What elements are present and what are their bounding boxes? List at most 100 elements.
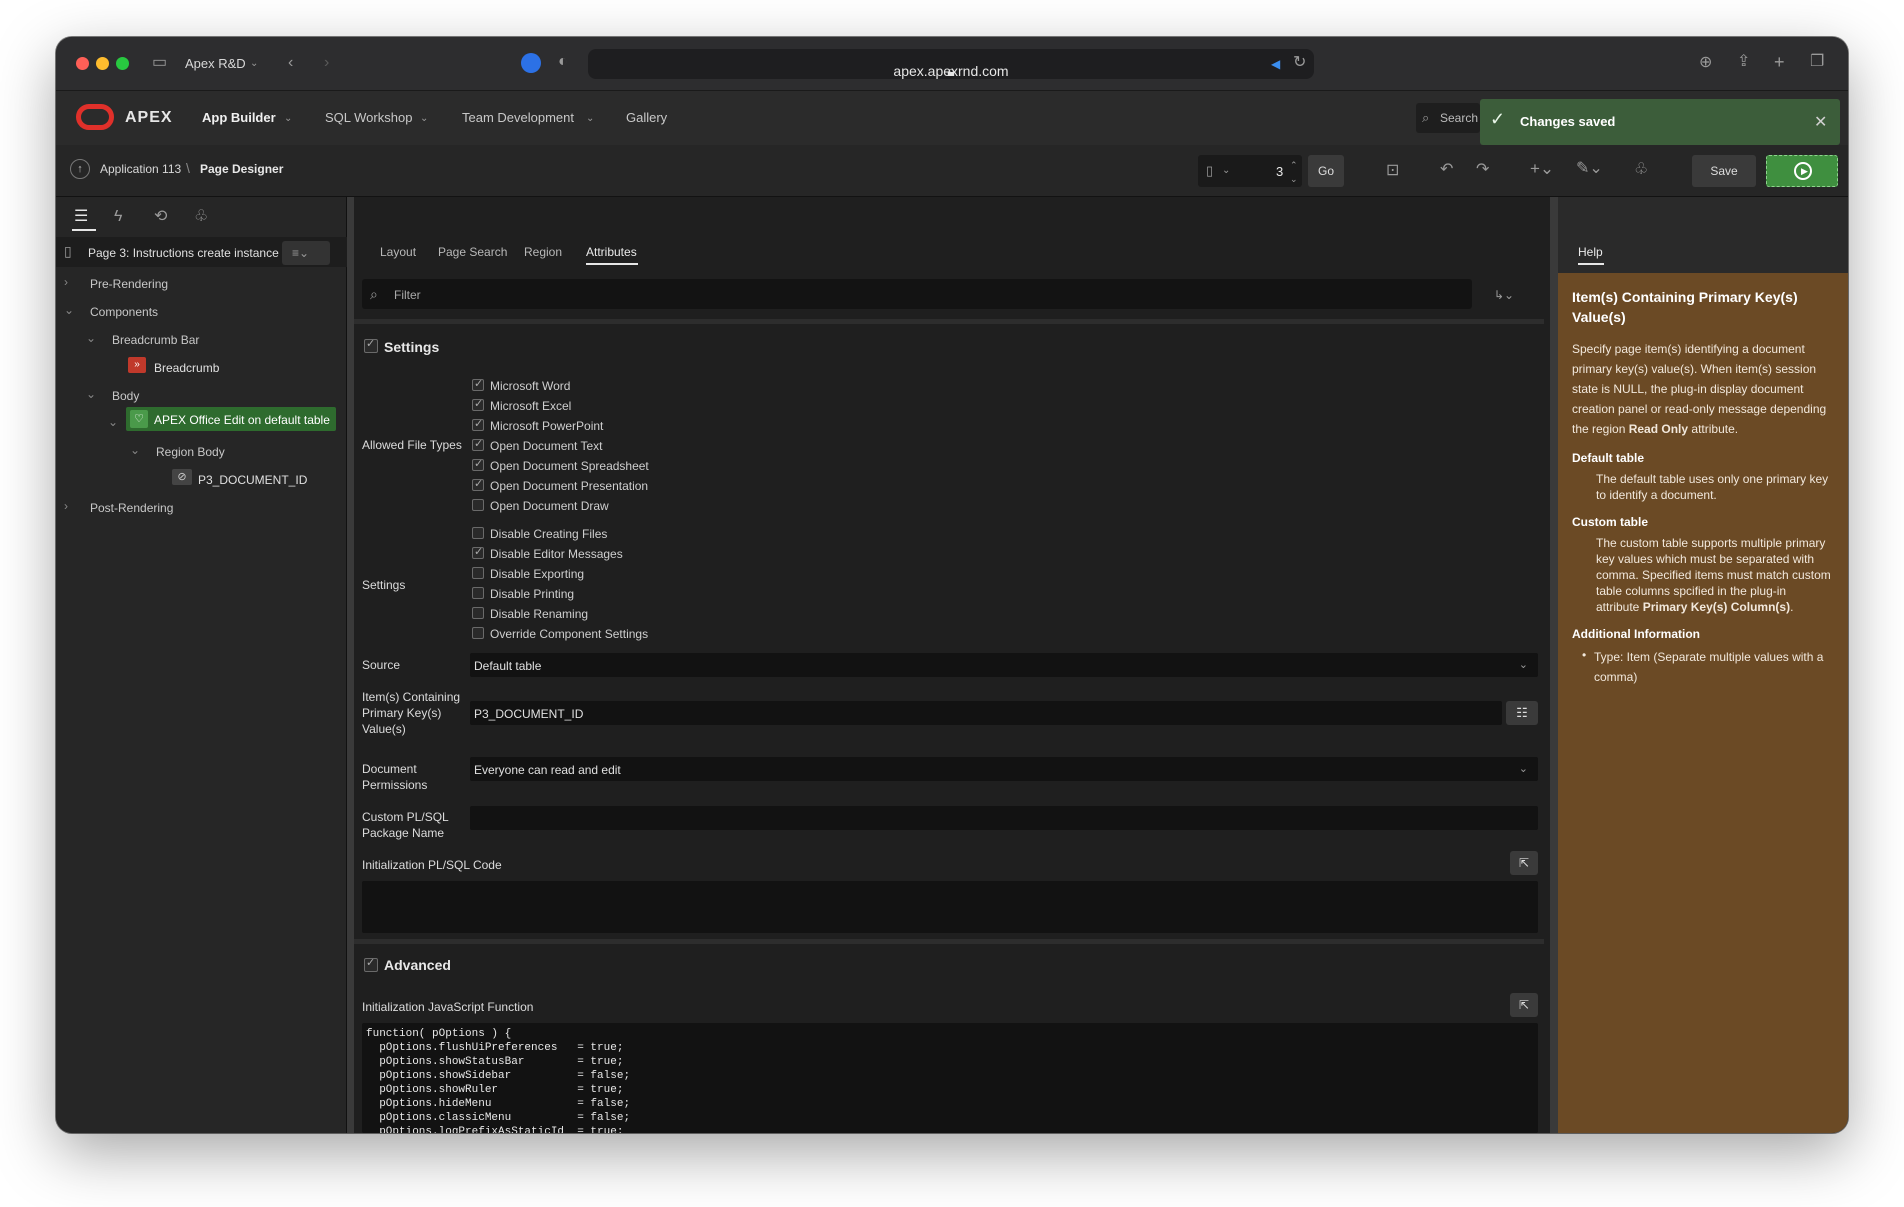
address-bar[interactable]: 🔒︎ apex.apexrnd.com (588, 49, 1314, 79)
save-button[interactable]: Save (1692, 155, 1756, 187)
tab-overview-icon[interactable]: ❐ (1810, 54, 1824, 70)
checkbox-open-document-text[interactable] (472, 437, 484, 451)
shared-components-tab-icon[interactable]: ♧ (194, 209, 208, 225)
tree-body[interactable]: Body (112, 389, 139, 403)
tree-region-body[interactable]: Region Body (156, 445, 225, 459)
dynamic-actions-tab-icon[interactable]: ϟ (114, 209, 122, 225)
collapse-settings-icon[interactable] (364, 337, 378, 353)
left-splitter[interactable] (347, 197, 354, 1133)
tree-components[interactable]: Components (90, 305, 158, 319)
nav-sql-workshop[interactable]: SQL Workshop (325, 110, 412, 125)
collapse-icon[interactable]: ⌄ (130, 443, 140, 457)
decrement-icon[interactable]: ⌄ (1290, 171, 1298, 187)
tree-post-rendering[interactable]: Post-Rendering (90, 501, 173, 515)
tree-breadcrumb[interactable]: Breadcrumb (154, 361, 219, 375)
zoom-window-button[interactable] (116, 57, 129, 70)
tree-selected-region[interactable]: ♡ APEX Office Edit on default table (126, 407, 336, 431)
checkbox-microsoft-word[interactable] (472, 377, 484, 391)
filter-input[interactable]: ⌕ Filter (362, 279, 1472, 309)
checkbox-open-document-draw[interactable] (472, 499, 484, 511)
source-select[interactable]: Default table ⌄ (470, 653, 1538, 677)
package-name-input[interactable] (470, 806, 1538, 830)
filter-placeholder: Filter (394, 288, 421, 302)
rendering-tab-icon[interactable]: ☰ (74, 209, 88, 225)
help-title: Item(s) Containing Primary Key(s) Value(… (1572, 287, 1798, 327)
tab-group-label[interactable]: Apex R&D (185, 56, 246, 71)
checkbox-override-component-settings[interactable] (472, 627, 484, 639)
init-plsql-textarea[interactable] (362, 881, 1538, 933)
go-button[interactable]: Go (1308, 155, 1344, 187)
checkbox-disable-renaming[interactable] (472, 607, 484, 619)
default-table-title: Default table (1572, 451, 1645, 465)
tab-help[interactable]: Help (1578, 245, 1603, 259)
nav-gallery[interactable]: Gallery (626, 110, 667, 125)
go-to-group-icon[interactable]: ↳⌄ (1494, 287, 1514, 303)
sidebar-toggle-icon[interactable]: ▭ (152, 55, 167, 71)
checkbox-open-document-presentation[interactable] (472, 477, 484, 491)
forward-icon[interactable]: › (324, 55, 329, 71)
processing-tab-icon[interactable]: ⟲ (154, 209, 167, 225)
nav-app-builder[interactable]: App Builder (202, 110, 276, 125)
share-icon[interactable]: ⇪ (1737, 54, 1750, 70)
tree-breadcrumb-bar[interactable]: Breadcrumb Bar (112, 333, 199, 347)
nav-team-development[interactable]: Team Development (462, 110, 574, 125)
close-icon[interactable]: ✕ (1814, 112, 1827, 132)
collapse-advanced-icon[interactable] (364, 956, 378, 972)
permissions-select[interactable]: Everyone can read and edit ⌄ (470, 757, 1538, 781)
checkbox-disable-exporting[interactable] (472, 567, 484, 579)
checkbox-microsoft-excel[interactable] (472, 397, 484, 411)
new-tab-icon[interactable]: + (1774, 53, 1785, 71)
expand-icon[interactable]: › (64, 499, 68, 513)
help-line: key values which must be separated with (1596, 552, 1815, 566)
init-js-textarea[interactable]: function( pOptions ) { pOptions.flushUiP… (362, 1023, 1538, 1133)
back-icon[interactable]: ‹ (288, 55, 293, 71)
items-label-line-3: Value(s) (362, 722, 406, 736)
checkbox-microsoft-powerpoint[interactable] (472, 417, 484, 431)
run-page-button[interactable]: ▶ (1766, 155, 1838, 187)
adblock-extension-icon[interactable] (521, 53, 541, 73)
items-input[interactable]: P3_DOCUMENT_ID (470, 701, 1502, 725)
reload-icon[interactable]: ↻ (1293, 55, 1306, 71)
shared-components-icon[interactable]: ♧ (1634, 162, 1648, 178)
oracle-logo-icon[interactable] (76, 104, 114, 130)
tab-region[interactable]: Region (524, 245, 562, 259)
page-selector[interactable]: ▯ ⌄ 3 ⌃ ⌄ (1198, 155, 1302, 187)
create-menu-icon[interactable]: +⌄ (1530, 160, 1554, 177)
bullet-icon: • (1582, 648, 1587, 662)
tab-layout[interactable]: Layout (380, 245, 416, 259)
utilities-menu-icon[interactable]: ✎⌄ (1576, 161, 1603, 177)
collapse-icon[interactable]: ⌄ (86, 331, 96, 345)
breadcrumb-application[interactable]: Application 113 (100, 162, 181, 176)
up-arrow-icon[interactable]: ↑ (70, 159, 90, 179)
checkbox-open-document-spreadsheet[interactable] (472, 457, 484, 471)
expand-icon[interactable]: › (64, 275, 68, 289)
apex-brand[interactable]: APEX (125, 109, 173, 127)
undo-icon[interactable]: ↶ (1440, 162, 1453, 178)
checkbox-disable-printing[interactable] (472, 587, 484, 599)
checkbox-disable-creating-files[interactable] (472, 527, 484, 539)
custom-table-title: Custom table (1572, 515, 1649, 529)
tab-page-search[interactable]: Page Search (438, 245, 507, 259)
privacy-shield-icon[interactable]: ◐ (558, 54, 568, 70)
search-box[interactable]: ⌕ Search (1416, 103, 1480, 133)
page-row[interactable]: ▯ Page 3: Instructions create instance ≡… (56, 237, 347, 267)
collapse-icon[interactable]: ⌄ (86, 387, 96, 401)
hidden-item-icon: ⊘ (172, 469, 192, 485)
close-window-button[interactable] (76, 57, 89, 70)
checkbox-disable-editor-messages[interactable] (472, 545, 484, 559)
page-number[interactable]: 3 (1276, 164, 1283, 179)
tree-pre-rendering[interactable]: Pre-Rendering (90, 277, 168, 291)
right-splitter[interactable] (1550, 197, 1558, 1133)
tab-attributes[interactable]: Attributes (586, 245, 637, 259)
expand-editor-icon[interactable]: ⇱ (1510, 851, 1538, 875)
downloads-icon[interactable]: ⊕ (1699, 55, 1712, 71)
collapse-icon[interactable]: ⌄ (64, 303, 74, 317)
collapse-icon[interactable]: ⌄ (108, 415, 118, 429)
lock-page-icon[interactable]: ⊡ (1386, 163, 1399, 179)
tree-p3-document-id[interactable]: P3_DOCUMENT_ID (198, 473, 307, 487)
list-of-values-icon[interactable]: ☷ (1506, 701, 1538, 725)
minimize-window-button[interactable] (96, 57, 109, 70)
expand-editor-icon[interactable]: ⇱ (1510, 993, 1538, 1017)
audio-icon[interactable]: ◀ (1271, 56, 1280, 72)
redo-icon[interactable]: ↷ (1476, 162, 1489, 178)
